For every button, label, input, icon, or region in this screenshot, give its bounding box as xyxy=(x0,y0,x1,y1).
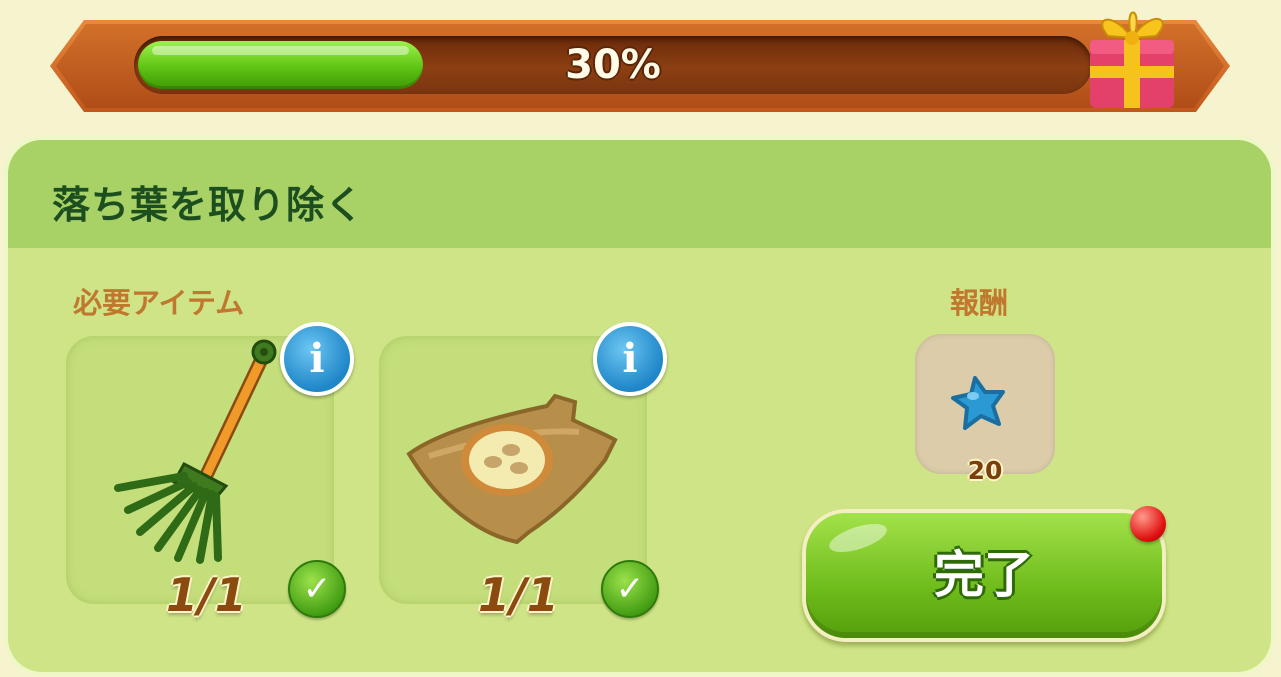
task-header: 落ち葉を取り除く xyxy=(8,140,1271,248)
reward-card xyxy=(915,334,1055,474)
reward-label: 報酬 xyxy=(950,286,1009,320)
seed-sack-count: 1/1 xyxy=(478,568,559,622)
gift-box-icon[interactable] xyxy=(1082,0,1182,112)
blue-star-icon xyxy=(951,376,1005,430)
info-icon: i xyxy=(622,335,638,382)
checkmark-icon: ✓ xyxy=(601,560,659,618)
progress-bar-frame: 30% xyxy=(50,20,1230,112)
reward-amount: 20 xyxy=(967,456,1003,485)
progress-track: 30% xyxy=(134,36,1092,94)
complete-button[interactable]: 完了 xyxy=(806,513,1162,638)
task-title: 落ち葉を取り除く xyxy=(52,183,365,227)
rake-count: 1/1 xyxy=(166,568,247,622)
rake-info-button[interactable]: i xyxy=(280,322,354,396)
complete-button-label: 完了 xyxy=(934,546,1034,604)
progress-percent: 30% xyxy=(565,42,661,88)
required-items-label: 必要アイテム xyxy=(73,286,245,320)
notification-dot xyxy=(1130,506,1166,542)
checkmark-icon: ✓ xyxy=(288,560,346,618)
seed-sack-info-button[interactable]: i xyxy=(593,322,667,396)
info-icon: i xyxy=(309,335,325,382)
task-panel: 落ち葉を取り除く 必要アイテム 報酬 i i 1/1 1/1 ✓ ✓ 20 完了 xyxy=(8,140,1271,672)
